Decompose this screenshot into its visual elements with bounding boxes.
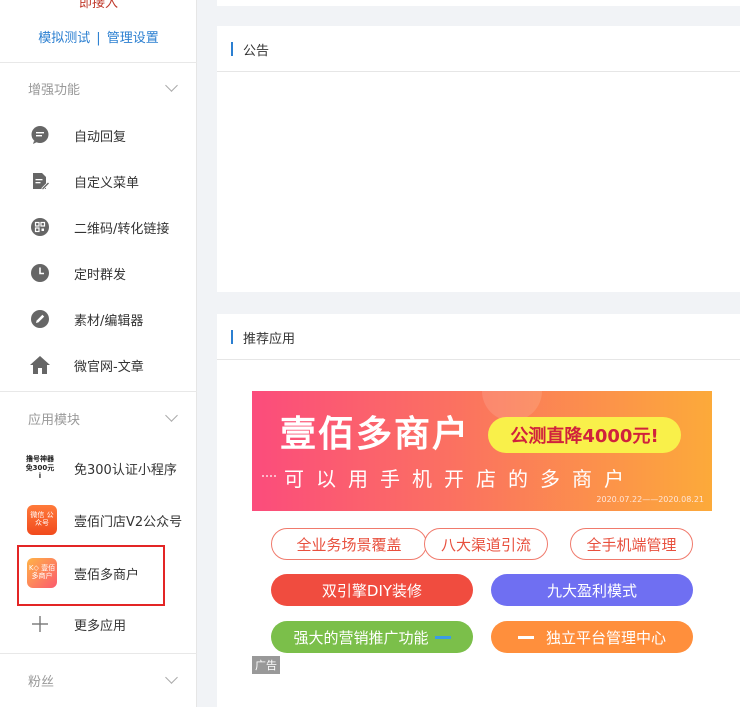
home-icon bbox=[28, 353, 52, 377]
chat-bubble-icon bbox=[28, 123, 52, 147]
banner-dates: 2020.07.22——2020.08.21 bbox=[596, 495, 704, 504]
sidebar-item-custom-menu[interactable]: 自定义菜单 bbox=[0, 161, 197, 201]
manage-settings-link[interactable]: 管理设置 bbox=[107, 31, 159, 46]
clock-icon bbox=[28, 261, 52, 285]
banner-decoration bbox=[262, 475, 276, 481]
sidebar-item-auto-reply[interactable]: 自动回复 bbox=[0, 115, 197, 155]
divider bbox=[0, 62, 197, 63]
divider bbox=[0, 653, 197, 654]
accent-bar bbox=[231, 330, 233, 344]
section-fans[interactable]: 粉丝 bbox=[28, 671, 188, 690]
sidebar-item-label: 素材/编辑器 bbox=[74, 313, 144, 329]
sidebar-item-mini-program[interactable]: 撸号神器 免300元i 免300认证小程序 bbox=[0, 448, 197, 488]
mode-links: 模拟测试 | 管理设置 bbox=[0, 27, 197, 46]
section-title: 粉丝 bbox=[28, 675, 55, 690]
notice-header: 公告 bbox=[217, 26, 740, 72]
mini-program-thumb: 撸号神器 免300元i bbox=[25, 453, 55, 483]
recommended-panel: 推荐应用 壹佰多商户 公测直降4000元! 可以用手机开店的多商户 2020.0… bbox=[217, 314, 740, 707]
pencil-icon bbox=[28, 307, 52, 331]
sidebar-item-label: 微官网-文章 bbox=[74, 359, 144, 375]
sidebar-item-store-v2[interactable]: 微信 公众号 壹佰门店V2公众号 bbox=[0, 500, 197, 540]
qrcode-icon bbox=[28, 215, 52, 239]
plus-icon bbox=[28, 612, 52, 636]
chevron-down-icon bbox=[165, 409, 178, 422]
feature-tag-eight-channels[interactable]: 八大渠道引流 bbox=[424, 528, 548, 560]
sidebar-item-scheduled-broadcast[interactable]: 定时群发 bbox=[0, 253, 197, 293]
sidebar: 即接入 模拟测试 | 管理设置 增强功能 自动回复 自定义菜单 二维码/转化链接 定… bbox=[0, 0, 197, 707]
thumb-text: 撸号神器 免300元i bbox=[25, 454, 55, 481]
tag-label: 强大的营销推广功能 bbox=[293, 628, 429, 647]
banner-headline: 壹佰多商户 bbox=[280, 414, 471, 455]
sidebar-item-label: 自定义菜单 bbox=[74, 175, 140, 191]
section-title: 增强功能 bbox=[28, 83, 81, 98]
highlight-box bbox=[17, 545, 165, 606]
tag-label: 独立平台管理中心 bbox=[545, 628, 666, 647]
divider bbox=[0, 391, 197, 392]
recommended-title: 推荐应用 bbox=[243, 332, 296, 347]
top-panel-edge bbox=[217, 0, 740, 6]
feature-tag-mobile-management[interactable]: 全手机端管理 bbox=[570, 528, 693, 560]
sidebar-item-label: 自动回复 bbox=[74, 129, 127, 145]
accent-bar bbox=[231, 42, 233, 56]
store-v2-thumb: 微信 公众号 bbox=[27, 505, 57, 535]
sidebar-item-label: 更多应用 bbox=[74, 618, 127, 634]
ad-label: 广告 bbox=[252, 656, 280, 674]
promo-banner[interactable]: 壹佰多商户 公测直降4000元! 可以用手机开店的多商户 2020.07.22—… bbox=[252, 391, 712, 511]
feature-tag-diy-decoration[interactable]: 双引擎DIY装修 bbox=[271, 574, 473, 606]
chevron-down-icon bbox=[165, 671, 178, 684]
app-thumb: 微信 公众号 bbox=[27, 505, 57, 535]
feature-tag-profit-models[interactable]: 九大盈利模式 bbox=[491, 574, 693, 606]
section-title: 应用模块 bbox=[28, 413, 81, 428]
dash-icon bbox=[517, 635, 534, 639]
dash-icon bbox=[434, 635, 451, 639]
sidebar-item-label: 免300认证小程序 bbox=[74, 462, 177, 478]
sidebar-item-qrcode[interactable]: 二维码/转化链接 bbox=[0, 207, 197, 247]
sidebar-item-label: 二维码/转化链接 bbox=[74, 221, 170, 237]
sidebar-item-micro-site[interactable]: 微官网-文章 bbox=[0, 345, 197, 385]
sidebar-item-more-apps[interactable]: 更多应用 bbox=[0, 604, 197, 644]
sidebar-item-label: 壹佰门店V2公众号 bbox=[74, 514, 183, 530]
banner-discount-pill: 公测直降4000元! bbox=[488, 417, 681, 453]
sidebar-item-label: 定时群发 bbox=[74, 267, 127, 283]
section-enhanced-features[interactable]: 增强功能 bbox=[28, 79, 188, 98]
notice-title: 公告 bbox=[243, 44, 270, 59]
section-app-modules[interactable]: 应用模块 bbox=[28, 409, 188, 428]
sidebar-item-materials-editor[interactable]: 素材/编辑器 bbox=[0, 299, 197, 339]
document-edit-icon bbox=[28, 169, 52, 193]
feature-tag-all-scenarios[interactable]: 全业务场景覆盖 bbox=[271, 528, 427, 560]
link-separator: | bbox=[96, 31, 101, 46]
banner-subline: 可以用手机开店的多商户 bbox=[284, 467, 636, 491]
notice-panel: 公告 bbox=[217, 26, 740, 292]
top-cut-text: 即接入 bbox=[78, 0, 118, 11]
feature-tag-platform-center[interactable]: 独立平台管理中心 bbox=[491, 621, 693, 653]
chevron-down-icon bbox=[165, 79, 178, 92]
feature-tag-marketing[interactable]: 强大的营销推广功能 bbox=[271, 621, 473, 653]
recommended-header: 推荐应用 bbox=[217, 314, 740, 360]
simulate-test-link[interactable]: 模拟测试 bbox=[38, 31, 90, 46]
